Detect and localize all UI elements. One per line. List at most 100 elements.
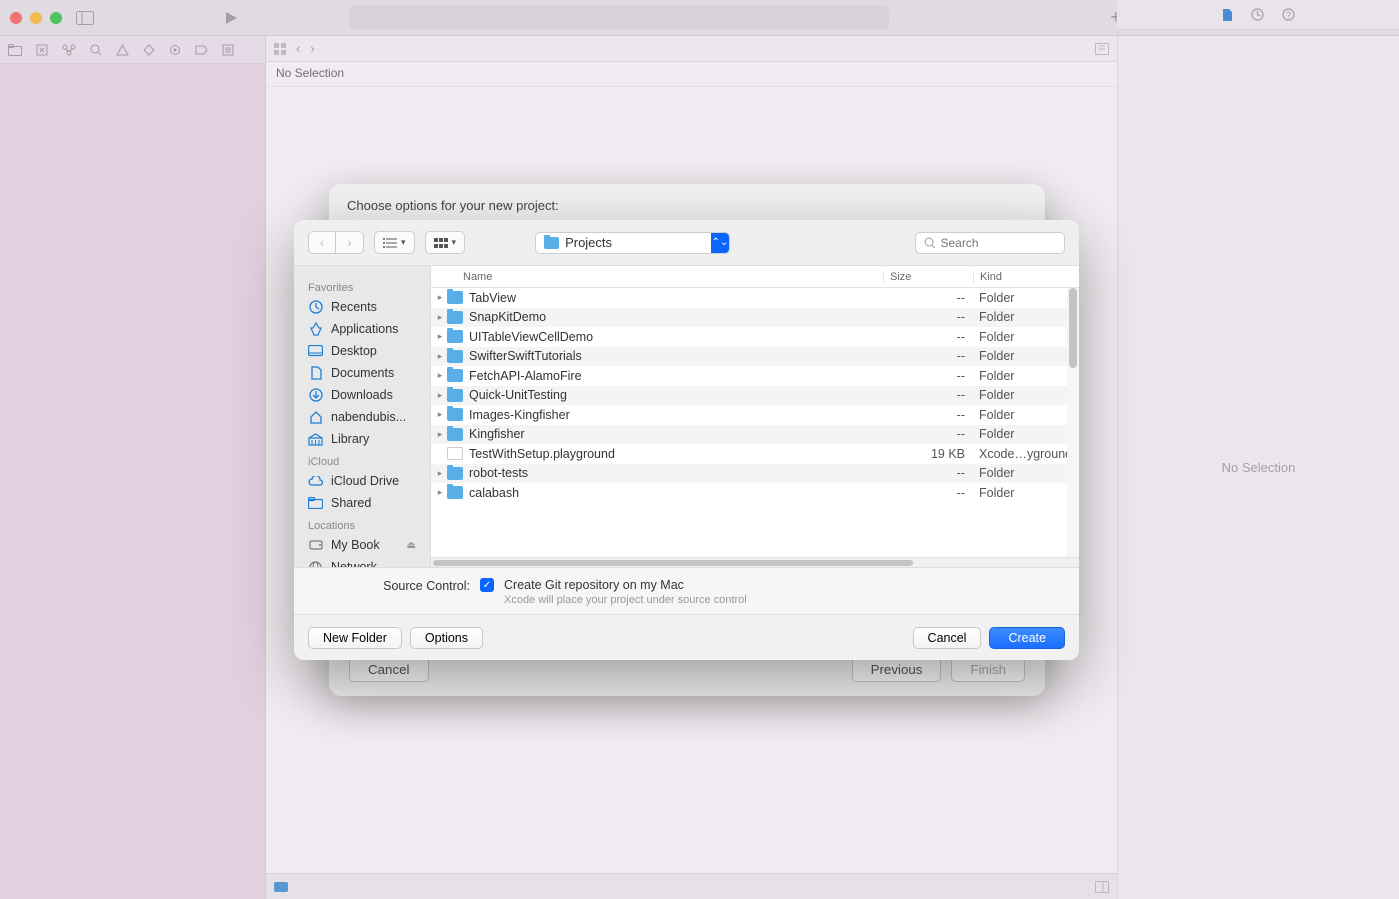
debug-icon[interactable]	[169, 44, 181, 56]
disclosure-icon[interactable]: ▸	[433, 468, 447, 479]
column-headers[interactable]: Name Size Kind	[431, 266, 1079, 288]
help-inspector-icon[interactable]: ?	[1282, 8, 1295, 21]
file-row[interactable]: ▸TabView--Folder	[431, 288, 1079, 308]
sidebar-item-fav-2[interactable]: Desktop	[294, 340, 430, 362]
search-input[interactable]	[941, 236, 1057, 250]
disclosure-icon[interactable]: ▸	[433, 370, 447, 381]
options-button[interactable]: Options	[410, 627, 483, 649]
wizard-finish-button[interactable]: Finish	[951, 657, 1025, 682]
sidebar-toggle-icon[interactable]	[76, 11, 94, 25]
folder-icon[interactable]	[8, 44, 22, 56]
save-dialog: ‹ › ▾ ▾ Projects ⌃⌄ Favorites RecentsApp…	[294, 220, 1079, 660]
file-row[interactable]: ▸UITableViewCellDemo--Folder	[431, 327, 1079, 347]
sidebar-item-fav-0[interactable]: Recents	[294, 296, 430, 318]
disclosure-icon[interactable]: ▸	[433, 429, 447, 440]
disclosure-icon[interactable]: ▸	[433, 390, 447, 401]
tests-icon[interactable]	[143, 44, 155, 56]
sidebar-item-fav-6[interactable]: Library	[294, 428, 430, 450]
sidebar-item-label: Downloads	[331, 388, 393, 402]
vertical-scrollbar[interactable]	[1067, 288, 1079, 557]
wizard-previous-button[interactable]: Previous	[852, 657, 942, 682]
file-row[interactable]: ▸Images-Kingfisher--Folder	[431, 405, 1079, 425]
file-name: calabash	[469, 486, 883, 500]
file-name: SnapKitDemo	[469, 310, 883, 324]
sidebar-item-label: Network	[331, 560, 377, 567]
file-name: TabView	[469, 291, 883, 305]
file-row[interactable]: ▸SnapKitDemo--Folder	[431, 308, 1079, 328]
file-row[interactable]: ▸Quick-UnitTesting--Folder	[431, 386, 1079, 406]
new-folder-button[interactable]: New Folder	[308, 627, 402, 649]
disclosure-icon[interactable]: ▸	[433, 312, 447, 323]
sidebar-item-fav-5[interactable]: nabendubis...	[294, 406, 430, 428]
file-row[interactable]: ▸calabash--Folder	[431, 483, 1079, 503]
column-kind[interactable]: Kind	[973, 271, 1079, 283]
sidebar-item-fav-4[interactable]: Downloads	[294, 384, 430, 406]
nav-forward-button[interactable]: ›	[336, 231, 364, 254]
sidebar-item-loc-0[interactable]: My Book⏏	[294, 534, 430, 556]
file-row[interactable]: TestWithSetup.playground19 KBXcode…ygrou…	[431, 444, 1079, 464]
horizontal-scrollbar[interactable]	[431, 557, 1079, 567]
file-size: --	[883, 388, 973, 402]
file-size: --	[883, 466, 973, 480]
sidebar-item-label: iCloud Drive	[331, 474, 399, 488]
sidebar-item-icloud-1[interactable]: Shared	[294, 492, 430, 514]
sidebar-item-icloud-0[interactable]: iCloud Drive	[294, 470, 430, 492]
issues-icon[interactable]	[116, 44, 129, 56]
breakpoints-icon[interactable]	[195, 45, 208, 55]
file-list[interactable]: ▸TabView--Folder▸SnapKitDemo--Folder▸UIT…	[431, 288, 1079, 557]
reports-icon[interactable]	[222, 44, 234, 56]
debug-toggle-icon[interactable]	[274, 882, 288, 892]
disclosure-icon[interactable]: ▸	[433, 331, 447, 342]
file-size: --	[883, 427, 973, 441]
cancel-button[interactable]: Cancel	[913, 627, 982, 649]
run-icon[interactable]	[224, 11, 238, 25]
editor-tab-bar: ‹ ›	[266, 36, 1117, 62]
column-name[interactable]: Name	[431, 271, 883, 283]
nav-back-button[interactable]: ‹	[308, 231, 336, 254]
project-navigator	[0, 36, 266, 899]
file-name: SwifterSwiftTutorials	[469, 349, 883, 363]
location-popup[interactable]: Projects ⌃⌄	[535, 232, 730, 254]
dialog-toolbar: ‹ › ▾ ▾ Projects ⌃⌄	[294, 220, 1079, 266]
disclosure-icon[interactable]: ▸	[433, 409, 447, 420]
forward-icon[interactable]: ›	[310, 41, 314, 56]
file-inspector-icon[interactable]	[1221, 8, 1233, 22]
history-inspector-icon[interactable]	[1251, 8, 1264, 21]
file-kind: Folder	[973, 291, 1079, 305]
file-row[interactable]: ▸Kingfisher--Folder	[431, 425, 1079, 445]
sidebar-item-loc-1[interactable]: Network	[294, 556, 430, 567]
file-size: --	[883, 349, 973, 363]
wizard-cancel-button[interactable]: Cancel	[349, 657, 429, 682]
symbols-icon[interactable]	[62, 44, 76, 56]
file-size: 19 KB	[883, 447, 973, 461]
zoom-window-button[interactable]	[50, 12, 62, 24]
disclosure-icon[interactable]: ▸	[433, 351, 447, 362]
file-kind: Folder	[973, 486, 1079, 500]
dialog-sidebar: Favorites RecentsApplicationsDesktopDocu…	[294, 266, 430, 567]
adjust-editor-icon[interactable]	[1095, 43, 1109, 55]
list-view-button[interactable]: ▾	[374, 231, 415, 254]
git-checkbox[interactable]: ✓	[480, 578, 494, 592]
find-icon[interactable]	[90, 44, 102, 56]
sidebar-item-fav-3[interactable]: Documents	[294, 362, 430, 384]
navigator-toolbar	[0, 36, 265, 64]
file-row[interactable]: ▸SwifterSwiftTutorials--Folder	[431, 347, 1079, 367]
close-window-button[interactable]	[10, 12, 22, 24]
search-field[interactable]	[915, 232, 1065, 254]
back-icon[interactable]: ‹	[296, 41, 300, 56]
source-control-icon[interactable]	[36, 44, 48, 56]
column-size[interactable]: Size	[883, 271, 973, 283]
sidebar-item-fav-1[interactable]: Applications	[294, 318, 430, 340]
grid-icon[interactable]	[274, 43, 286, 55]
eject-icon[interactable]: ⏏	[407, 540, 416, 551]
disclosure-icon[interactable]: ▸	[433, 487, 447, 498]
create-button[interactable]: Create	[989, 627, 1065, 649]
group-button[interactable]: ▾	[425, 231, 466, 254]
filter-icon[interactable]	[1095, 881, 1109, 893]
minimize-window-button[interactable]	[30, 12, 42, 24]
file-row[interactable]: ▸FetchAPI-AlamoFire--Folder	[431, 366, 1079, 386]
sidebar-item-label: Desktop	[331, 344, 377, 358]
folder-icon	[447, 311, 463, 324]
disclosure-icon[interactable]: ▸	[433, 292, 447, 303]
file-row[interactable]: ▸robot-tests--Folder	[431, 464, 1079, 484]
